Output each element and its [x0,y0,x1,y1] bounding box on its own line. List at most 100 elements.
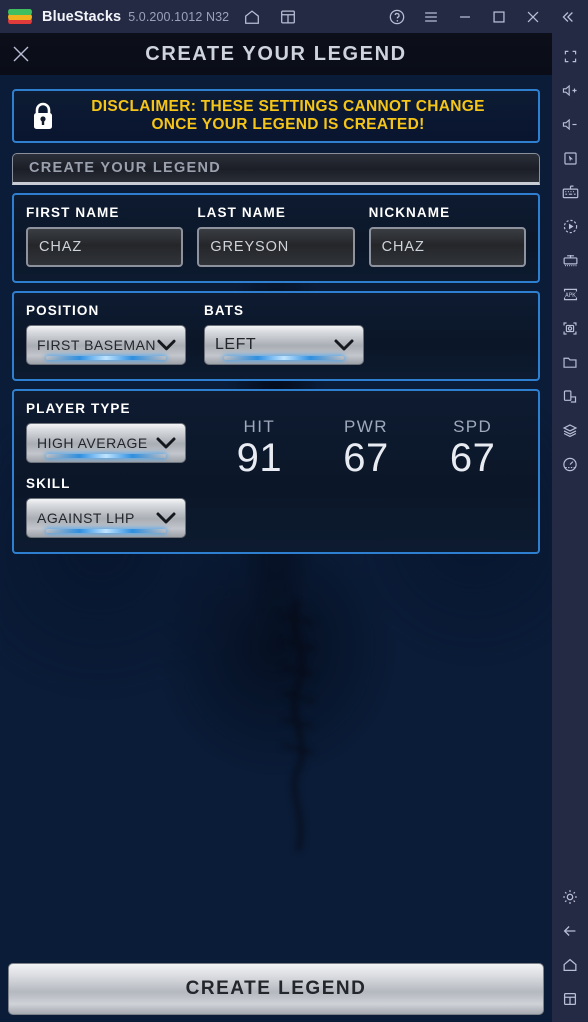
bats-label: BATS [204,303,245,318]
svg-text:APK: APK [565,292,576,299]
sidebar-item-volume-up[interactable] [552,73,588,107]
sidebar-item-back[interactable] [552,914,588,948]
bluestacks-logo-icon [8,7,32,27]
recents-icon [563,992,577,1006]
sidebar-item-multi-instance-manager[interactable] [552,243,588,277]
sidebar-item-layers[interactable] [552,413,588,447]
chevron-down-icon [156,512,176,524]
skill-label: SKILL [26,476,71,491]
nickname-group: NICKNAME CHAZ [368,205,526,267]
stat-hit-value: 91 [236,436,283,480]
last-name-value: GREYSON [210,239,290,255]
sidebar-item-settings[interactable] [552,880,588,914]
titlebar-multi-instance-button[interactable] [275,4,301,30]
stat-spd-label: SPD [453,417,493,436]
minimize-icon [460,15,470,18]
collapse-icon [562,11,573,22]
position-group: POSITION FIRST BASEMAN [26,303,186,365]
macro-recorder-icon [563,219,577,233]
multi-instance-icon [281,10,296,23]
chevron-down-icon [334,339,354,351]
stat-pwr-label: PWR [344,417,388,436]
section-tab-create-your-legend[interactable]: CREATE YOUR LEGEND [12,153,540,185]
performance-icon [563,457,577,471]
volume-down-icon [562,118,577,130]
bats-group: BATS LEFT [204,303,364,365]
create-legend-button[interactable]: CREATE LEGEND [8,963,544,1015]
last-name-label: LAST NAME [197,205,286,220]
help-icon [389,9,405,24]
sidebar-item-macro-recorder[interactable] [552,209,588,243]
modal-header: CREATE YOUR LEGEND [0,33,552,75]
stat-spd: SPD 67 [428,417,518,479]
nickname-label: NICKNAME [368,205,451,220]
skill-dropdown-glow [45,529,167,533]
player-type-panel: PLAYER TYPE HIGH AVERAGE SKILL AGAINST L… [12,389,540,554]
names-panel: FIRST NAME CHAZ LAST NAME GREYSON NICKNA… [12,193,540,283]
sidebar-item-recents[interactable] [552,982,588,1016]
disclaimer-banner: DISCLAIMER: THESE SETTINGS CANNOT CHANGE… [12,89,540,143]
home-icon [245,9,260,24]
app-version: 5.0.200.1012 N32 [128,9,230,24]
nickname-input[interactable]: CHAZ [368,227,526,267]
bats-value: LEFT [215,336,257,353]
player-type-label: PLAYER TYPE [26,401,131,416]
keyboard-controls-icon [562,185,578,198]
stat-pwr-value: 67 [343,436,389,480]
first-name-group: FIRST NAME CHAZ [26,205,184,267]
disclaimer-text: DISCLAIMER: THESE SETTINGS CANNOT CHANGE… [62,98,528,134]
section-tab-label: CREATE YOUR LEGEND [29,160,222,176]
window-controls [380,0,588,33]
position-dropdown[interactable]: FIRST BASEMAN [26,325,186,365]
position-value: FIRST BASEMAN [37,337,157,353]
last-name-input[interactable]: GREYSON [197,227,355,267]
bluestacks-titlebar: BlueStacks 5.0.200.1012 N32 [0,0,588,33]
create-legend-label: CREATE LEGEND [185,978,367,999]
titlebar-home-button[interactable] [239,4,265,30]
stat-spd-value: 67 [449,436,496,480]
help-button[interactable] [380,0,414,33]
position-panel: POSITION FIRST BASEMAN BATS LEFT [12,291,540,381]
player-type-dropdown[interactable]: HIGH AVERAGE [26,423,186,463]
skill-dropdown[interactable]: AGAINST LHP [26,498,186,538]
home-icon [563,958,577,972]
sidebar-item-keyboard-controls[interactable] [552,175,588,209]
collapse-rail-button[interactable] [550,0,584,33]
sidebar-item-fullscreen[interactable] [552,39,588,73]
maximize-button[interactable] [482,0,516,33]
sidebar-toolbar: APK [552,33,588,1022]
media-folder-icon [563,357,577,368]
skill-value: AGAINST LHP [37,510,135,526]
sidebar-item-android-home[interactable] [552,948,588,982]
bats-dropdown-glow [223,356,345,360]
sidebar-item-screenshot[interactable] [552,311,588,345]
sidebar-item-install-apk[interactable]: APK [552,277,588,311]
sidebar-item-rotate[interactable] [552,379,588,413]
sidebar-item-pointer[interactable] [552,141,588,175]
volume-up-icon [562,84,577,96]
layers-icon [562,423,578,437]
sidebar-item-media-folder[interactable] [552,345,588,379]
last-name-group: LAST NAME GREYSON [197,205,355,267]
bluestacks-window: CREATE YOUR LEGEND DISCLAIMER: THESE SET… [0,0,588,1022]
minimize-button[interactable] [448,0,482,33]
chevron-down-icon [157,339,176,351]
first-name-input[interactable]: CHAZ [26,227,184,267]
bats-dropdown[interactable]: LEFT [204,325,364,365]
disclaimer-line-2: ONCE YOUR LEGEND IS CREATED! [151,116,425,133]
first-name-label: FIRST NAME [26,205,120,220]
sidebar-item-volume-down[interactable] [552,107,588,141]
lock-icon-wrap [24,100,62,132]
stat-hit: HIT 91 [214,417,304,479]
nickname-value: CHAZ [381,239,425,255]
player-type-dropdown-glow [45,454,167,458]
position-dropdown-glow [45,356,167,360]
pointer-icon [563,151,577,165]
menu-button[interactable] [414,0,448,33]
multi-instance-manager-icon [563,254,577,266]
player-type-value: HIGH AVERAGE [37,435,148,451]
disclaimer-line-1: DISCLAIMER: THESE SETTINGS CANNOT CHANGE [91,98,485,115]
sidebar-item-performance[interactable] [552,447,588,481]
window-close-button[interactable] [516,0,550,33]
settings-gear-icon [563,890,577,904]
